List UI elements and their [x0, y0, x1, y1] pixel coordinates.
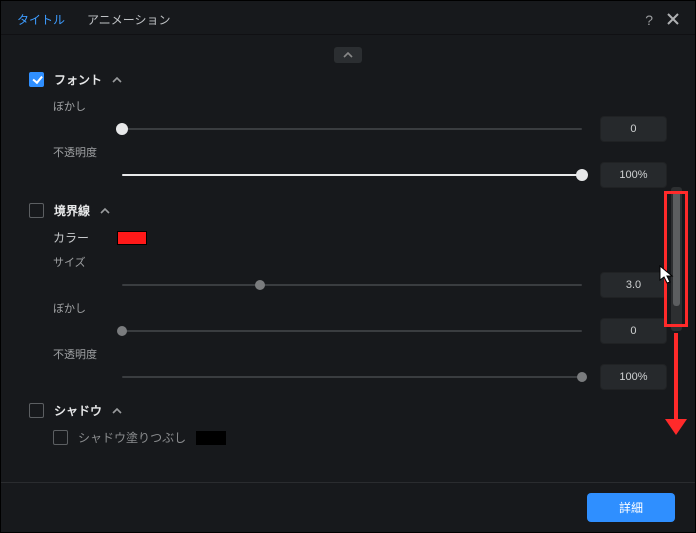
section-font-head[interactable]: フォント [29, 71, 667, 88]
border-checkbox[interactable] [29, 203, 44, 218]
font-opacity-value[interactable]: 100% [600, 162, 667, 188]
border-opacity-label: 不透明度 [53, 346, 123, 362]
font-blur-slider-row: 0 [53, 116, 667, 142]
shadow-color-swatch[interactable] [196, 431, 226, 445]
font-opacity-slider-row: 100% [53, 162, 667, 188]
font-section-label: フォント [54, 71, 102, 88]
font-blur-slider[interactable] [122, 117, 582, 141]
border-opacity-slider[interactable] [122, 365, 582, 389]
footer: 詳細 [1, 482, 695, 532]
shadow-fill-label: シャドウ塗りつぶし [78, 429, 186, 446]
scrollbar-thumb[interactable] [673, 191, 680, 306]
border-blur-row: ぼかし [53, 300, 667, 316]
border-size-label: サイズ [53, 254, 123, 270]
shadow-fill-checkbox[interactable] [53, 430, 68, 445]
tab-title[interactable]: タイトル [17, 11, 65, 28]
content-area: フォント ぼかし 0 不透明度 [1, 35, 695, 446]
chevron-up-icon [112, 406, 122, 416]
shadow-fill-row: シャドウ塗りつぶし [53, 429, 667, 446]
section-shadow-head[interactable]: シャドウ [29, 402, 667, 419]
font-blur-row: ぼかし [53, 98, 667, 114]
border-color-label: カラー [53, 229, 103, 246]
font-opacity-slider[interactable] [122, 163, 582, 187]
border-size-row: サイズ [53, 254, 667, 270]
border-blur-value[interactable]: 0 [600, 318, 667, 344]
border-blur-slider-row: 0 [53, 318, 667, 344]
scrollbar[interactable] [671, 187, 682, 331]
font-blur-label: ぼかし [53, 98, 123, 114]
border-blur-label: ぼかし [53, 300, 123, 316]
border-opacity-value[interactable]: 100% [600, 364, 667, 390]
border-section-label: 境界線 [54, 202, 90, 219]
shadow-section-label: シャドウ [54, 402, 102, 419]
section-border-head[interactable]: 境界線 [29, 202, 667, 219]
border-size-slider-row: 3.0 [53, 272, 667, 298]
border-size-slider[interactable] [122, 273, 582, 297]
font-opacity-row: 不透明度 [53, 144, 667, 160]
border-opacity-slider-row: 100% [53, 364, 667, 390]
shadow-checkbox[interactable] [29, 403, 44, 418]
border-blur-slider[interactable] [122, 319, 582, 343]
border-opacity-row: 不透明度 [53, 346, 667, 362]
collapse-handle[interactable] [29, 47, 667, 63]
font-opacity-label: 不透明度 [53, 144, 123, 160]
border-color-swatch[interactable] [117, 231, 147, 245]
close-icon[interactable] [667, 12, 679, 28]
font-blur-value[interactable]: 0 [600, 116, 667, 142]
tab-animation[interactable]: アニメーション [87, 11, 171, 28]
tab-bar: タイトル アニメーション ? [1, 1, 695, 35]
chevron-up-icon [112, 75, 122, 85]
title-inspector-panel: タイトル アニメーション ? フォント ぼかし [0, 0, 696, 533]
chevron-up-icon [100, 206, 110, 216]
font-checkbox[interactable] [29, 72, 44, 87]
help-icon[interactable]: ? [645, 12, 653, 28]
border-size-value[interactable]: 3.0 [600, 272, 667, 298]
border-color-row: カラー [53, 229, 667, 246]
advanced-button[interactable]: 詳細 [587, 493, 675, 522]
